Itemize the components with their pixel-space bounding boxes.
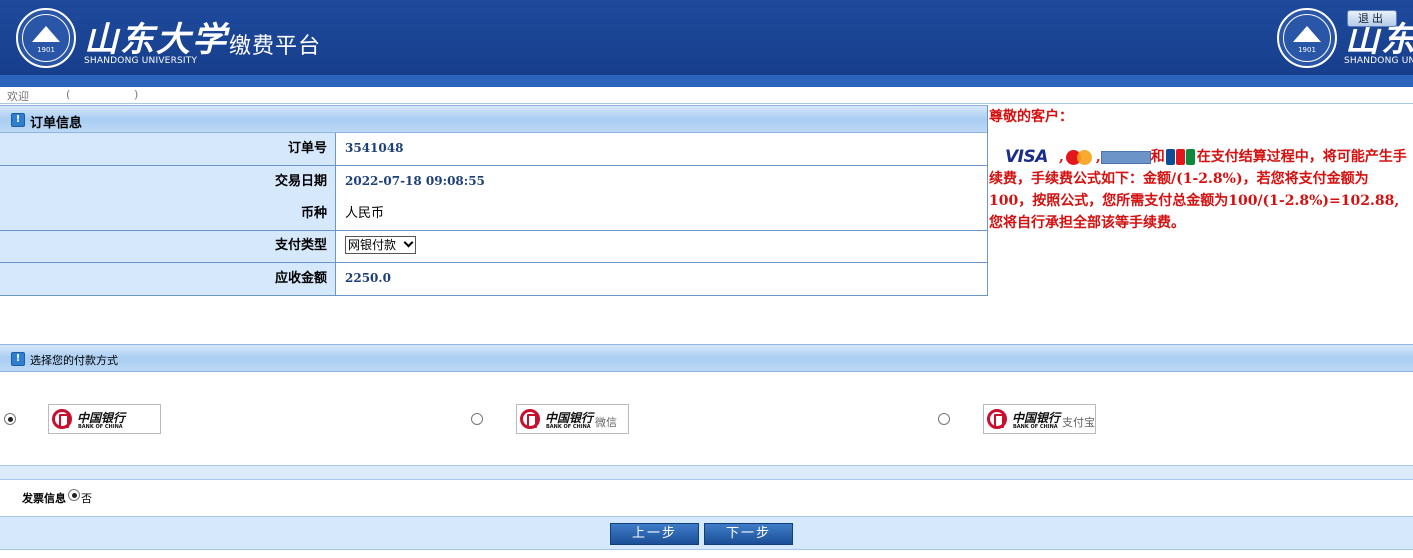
order-row-currency: 币种 人民币 (0, 198, 988, 230)
payment-option-radio-wechat[interactable] (471, 413, 483, 425)
bank-name-en: BANK OF CHINA (1013, 424, 1058, 430)
logout-button[interactable]: 退出 (1347, 10, 1397, 27)
divider (0, 103, 1413, 104)
row-divider (0, 262, 988, 263)
order-row-number: 订单号 3541048 (0, 133, 988, 166)
boc-icon (987, 409, 1007, 429)
boc-alipay-logo[interactable]: 中国银行 BANK OF CHINA 支付宝 (983, 404, 1096, 434)
welcome-bar: 欢迎 ( ) (7, 88, 138, 104)
payment-option-radio-boc[interactable] (4, 413, 16, 425)
order-row-date: 交易日期 2022-07-18 09:08:55 (0, 166, 988, 198)
jcb-card-icon (1165, 149, 1197, 165)
pay-type-selected: 网银付款 (348, 238, 397, 252)
chevron-down-icon (403, 237, 414, 248)
pay-type-select[interactable]: 网银付款 (345, 236, 416, 254)
amount-label: 应收金额 (0, 263, 336, 295)
header-strip (0, 75, 1413, 87)
pay-type-label: 支付类型 (0, 230, 336, 263)
bank-of-china-logo[interactable]: 中国银行 BANK OF CHINA (48, 404, 161, 434)
boc-icon (52, 409, 72, 429)
mastercard-icon (1064, 149, 1096, 165)
row-divider (0, 295, 988, 296)
header-banner: 1901 山东大学 SHANDONG UNIVERSITY 缴费平台 1901 … (0, 0, 1413, 76)
order-number-label: 订单号 (0, 133, 336, 166)
info-icon: ! (11, 352, 25, 366)
bank-name-en: BANK OF CHINA (78, 424, 123, 430)
invoice-label: 发票信息 (22, 492, 66, 505)
invoice-no-label: 否 (81, 492, 92, 505)
notice-conjunction: 和 (1150, 149, 1165, 165)
row-divider (0, 165, 988, 166)
order-row-amount: 应收金额 2250.0 (0, 263, 988, 295)
university-seal-icon: 1901 (16, 8, 76, 68)
row-divider (0, 230, 988, 231)
table-right-border (987, 105, 988, 296)
bank-name-en: BANK OF CHINA (546, 424, 591, 430)
payment-section-title: 选择您的付款方式 (30, 354, 118, 367)
platform-title: 缴费平台 (229, 34, 322, 59)
university-name-logo: 山东大学 (84, 20, 228, 60)
welcome-label: 欢迎 (7, 90, 29, 103)
order-number-value: 3541048 (336, 133, 988, 166)
order-section-header: ! 订单信息 (0, 105, 988, 133)
alipay-label: 支付宝 (1062, 416, 1095, 429)
welcome-paren-open: ( (66, 88, 71, 101)
order-row-pay-type: 支付类型 网银付款 (0, 230, 988, 263)
amount-value: 2250.0 (336, 263, 988, 295)
american-express-icon (1100, 150, 1151, 164)
visa-card-icon: VISA (1005, 147, 1048, 167)
column-divider (335, 133, 336, 296)
prev-step-button[interactable]: 上一步 (610, 523, 699, 545)
pay-type-cell: 网银付款 (336, 230, 988, 263)
section-gap (0, 465, 1413, 480)
boc-icon (520, 409, 540, 429)
payment-option-radio-alipay[interactable] (938, 413, 950, 425)
invoice-no-radio[interactable] (68, 489, 80, 501)
trade-date-value: 2022-07-18 09:08:55 (336, 166, 988, 198)
currency-label: 币种 (0, 198, 336, 230)
university-name-en: SHANDONG UNIVERSITY (84, 56, 198, 66)
notice-body: VISA,, 和在支付结算过程中，将可能产生手续费，手续费公式如下：金额/(1-2… (989, 146, 1409, 234)
university-name-en-right: SHANDONG UNIVERSITY (1344, 56, 1413, 66)
info-icon: ! (11, 113, 25, 127)
trade-date-label: 交易日期 (0, 166, 336, 198)
notice-title: 尊敬的客户： (989, 109, 1073, 125)
currency-value: 人民币 (336, 198, 988, 230)
wechat-label: 微信 (595, 416, 617, 429)
payment-section-header: ! 选择您的付款方式 (0, 344, 1413, 372)
boc-wechat-logo[interactable]: 中国银行 BANK OF CHINA 微信 (516, 404, 629, 434)
next-step-button[interactable]: 下一步 (704, 523, 793, 545)
university-seal-icon-right: 1901 (1277, 8, 1337, 68)
order-section-title: 订单信息 (30, 116, 83, 131)
welcome-paren-close: ) (134, 88, 139, 101)
